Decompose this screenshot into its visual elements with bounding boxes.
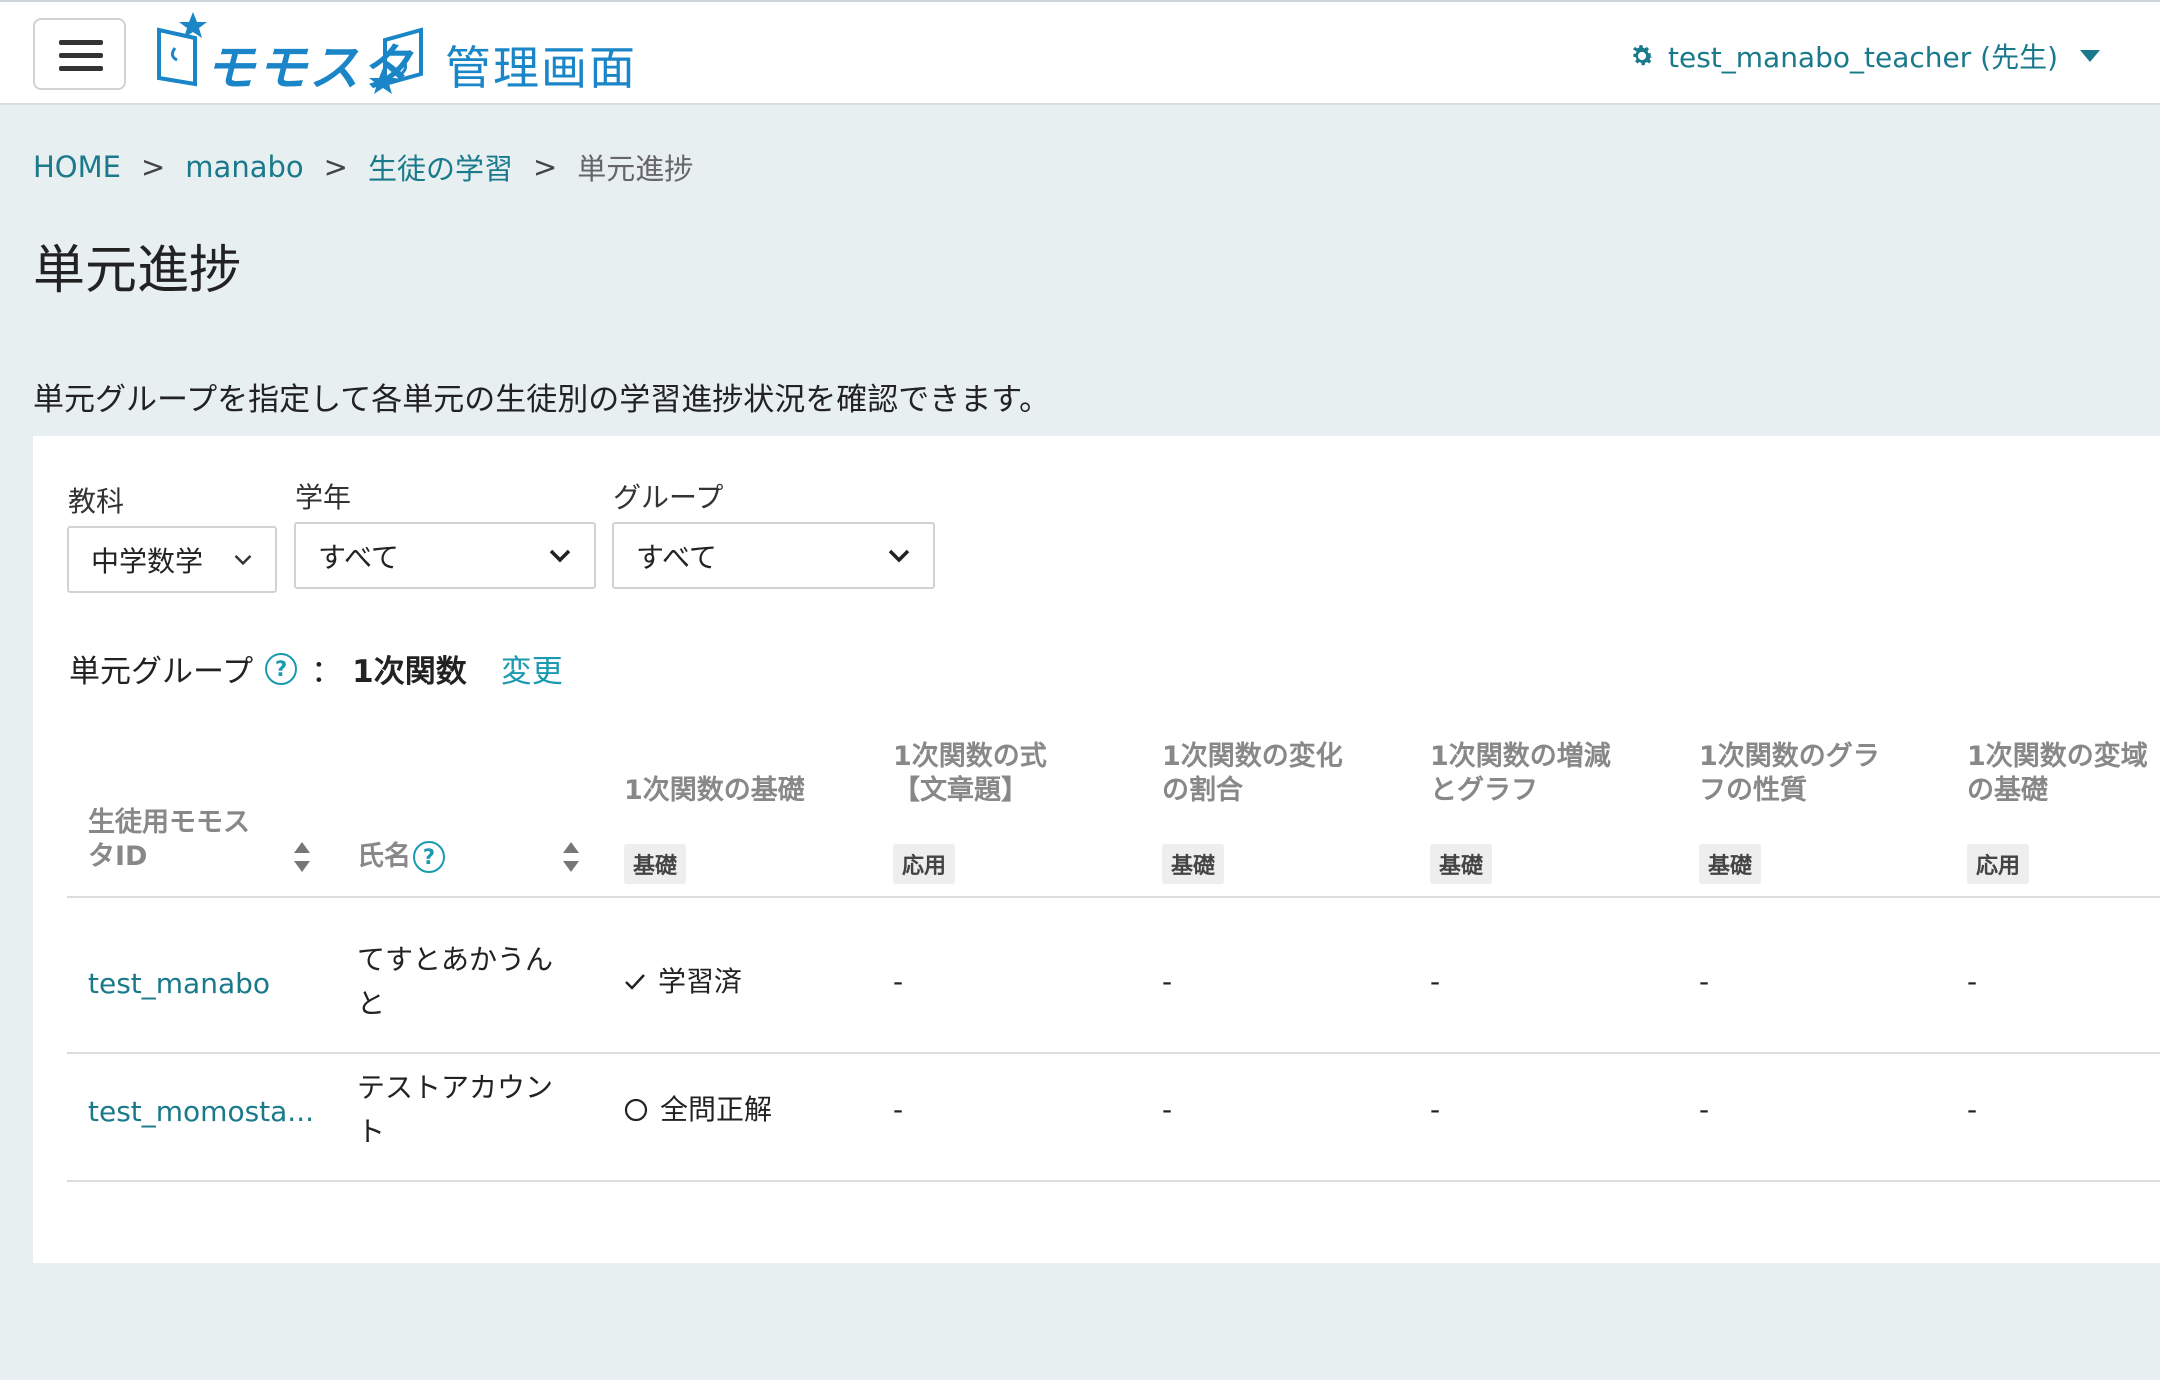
progress-card: 教科 中学数学 学年 すべて グループ すべて 単元グループ ? ： 1次関数 … — [33, 436, 2160, 1263]
page-title: 単元進捗 — [33, 241, 242, 301]
column-header-unit: 1次関数の変化 の割合 — [1162, 741, 1343, 806]
unit-status: - — [1162, 1093, 1173, 1126]
unit-group-value: 1次関数 — [352, 654, 467, 690]
student-name: てすとあかうん と — [357, 943, 554, 1020]
page-description: 単元グループを指定して各単元の生徒別の学習進捗状況を確認できます。 — [33, 382, 1051, 418]
column-header-unit: 1次関数の増減 とグラフ — [1430, 741, 1611, 806]
student-id-link[interactable]: test_momosta... — [88, 1090, 314, 1134]
unit-level-tag: 応用 — [1967, 844, 2030, 884]
hamburger-line — [59, 40, 103, 45]
hamburger-menu-button[interactable] — [33, 18, 126, 90]
group-select-value: すべて — [636, 540, 717, 574]
student-id-link[interactable]: test_manabo — [88, 962, 270, 1006]
user-menu[interactable]: test_manabo_teacher (先生) — [1628, 36, 2100, 76]
breadcrumb-student-learning[interactable]: 生徒の学習 — [368, 146, 513, 188]
group-filter-label: グループ — [613, 481, 724, 514]
grade-select[interactable]: すべて — [294, 522, 596, 589]
help-icon[interactable]: ? — [265, 652, 298, 685]
grade-select-value: すべて — [318, 540, 399, 574]
hamburger-line — [59, 53, 103, 58]
logo-text: モモスタ — [205, 39, 413, 97]
subject-select[interactable]: 中学数学 — [67, 526, 277, 593]
caret-down-icon — [2080, 50, 2100, 62]
unit-status: - — [893, 1093, 904, 1126]
gear-icon — [1632, 45, 1653, 66]
table-header-divider — [67, 896, 2160, 898]
top-header: モモスタ 管理画面 test_manabo_teacher (先生) — [0, 0, 2160, 105]
unit-group-colon: ： — [311, 654, 343, 690]
logo-admin-label: 管理画面 — [445, 41, 637, 95]
chevron-down-icon — [888, 549, 910, 562]
unit-status: - — [1967, 1093, 1978, 1126]
circle-icon — [624, 1098, 648, 1122]
column-header-student-id[interactable]: 生徒用モモス タID — [88, 806, 250, 874]
user-name: test_manabo_teacher (先生) — [1667, 41, 2058, 74]
table-row-divider — [67, 1052, 2160, 1054]
column-header-name[interactable]: 氏名 ? — [357, 840, 455, 874]
unit-level-tag: 基礎 — [1162, 844, 1225, 884]
check-icon — [625, 974, 645, 990]
help-icon[interactable]: ? — [413, 841, 445, 873]
breadcrumb-separator: > — [140, 150, 166, 184]
breadcrumb-separator: > — [532, 150, 558, 184]
column-header-unit: 1次関数の基礎 — [624, 775, 805, 806]
sort-icon[interactable] — [563, 840, 579, 874]
chevron-down-icon — [234, 554, 252, 565]
unit-level-tag: 基礎 — [1699, 844, 1762, 884]
unit-status: 学習済 — [624, 960, 742, 1004]
unit-status: 全問正解 — [624, 1088, 772, 1132]
unit-level-tag: 基礎 — [624, 844, 687, 884]
unit-status: - — [893, 965, 904, 998]
unit-status: - — [1430, 965, 1441, 998]
sort-icon[interactable] — [294, 840, 310, 874]
unit-group-row: 単元グループ ? ： 1次関数 変更 — [69, 646, 563, 691]
unit-group-label: 単元グループ — [69, 654, 254, 690]
unit-status: - — [1699, 965, 1710, 998]
change-unit-group-link[interactable]: 変更 — [501, 646, 563, 691]
column-header-unit: 1次関数の変域 の基礎 — [1967, 741, 2148, 806]
group-select[interactable]: すべて — [612, 522, 935, 589]
breadcrumb-separator: > — [323, 150, 348, 184]
breadcrumb-home[interactable]: HOME — [33, 150, 121, 184]
breadcrumb-current: 単元進捗 — [577, 152, 694, 186]
subject-select-value: 中学数学 — [91, 544, 204, 578]
unit-level-tag: 基礎 — [1430, 844, 1493, 884]
grade-filter-label: 学年 — [295, 481, 352, 514]
momosta-logo[interactable]: モモスタ 管理画面 — [155, 8, 645, 103]
hamburger-line — [59, 66, 103, 71]
breadcrumb-manabo[interactable]: manabo — [185, 150, 303, 184]
unit-status: - — [1430, 1093, 1441, 1126]
subject-filter-label: 教科 — [68, 485, 125, 518]
unit-status: - — [1967, 965, 1978, 998]
chevron-down-icon — [549, 549, 571, 562]
breadcrumb: HOME > manabo > 生徒の学習 > 単元進捗 — [33, 146, 693, 188]
unit-level-tag: 応用 — [893, 844, 956, 884]
unit-status: - — [1699, 1093, 1710, 1126]
unit-status: - — [1162, 965, 1173, 998]
student-name: テストアカウン ト — [357, 1071, 554, 1148]
column-header-unit: 1次関数の式 【文章題】 — [893, 741, 1047, 806]
column-header-unit: 1次関数のグラ フの性質 — [1699, 741, 1880, 806]
table-row-divider — [67, 1180, 2160, 1182]
